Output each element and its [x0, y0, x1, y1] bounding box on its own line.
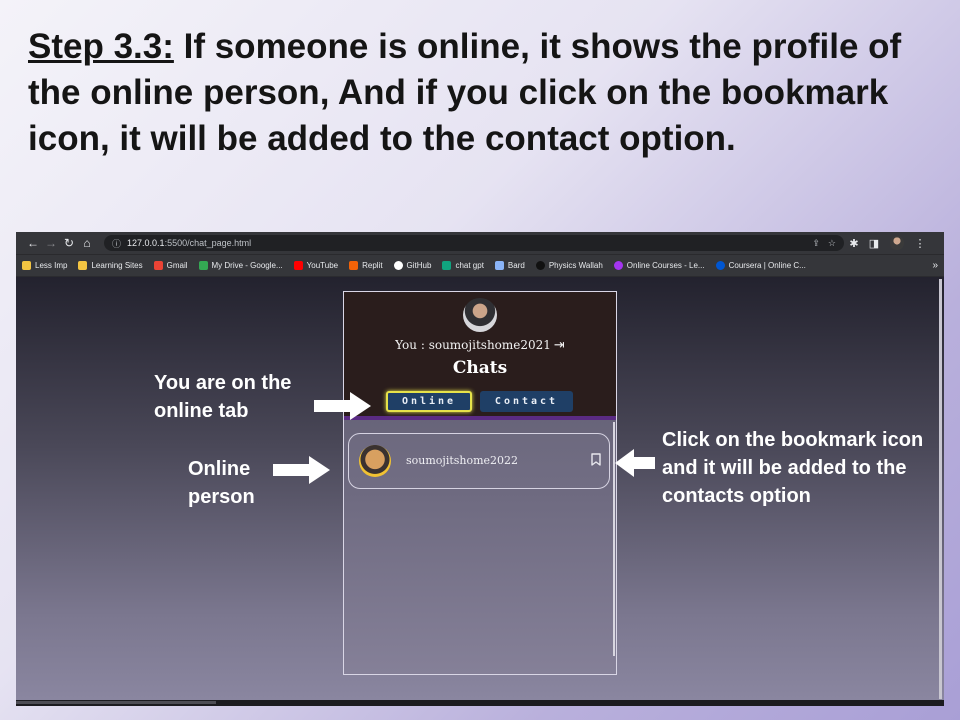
bookmark-item[interactable]: chat gpt — [442, 261, 484, 270]
github-icon — [393, 261, 403, 270]
folder-icon — [22, 261, 31, 270]
url-host: 127.0.0.1 — [127, 238, 165, 248]
bookmarks-bar: Less Imp Learning Sites Gmail My Drive - Go… — [16, 254, 944, 276]
annotation-bookmark: Click on the bookmark icon and it will b… — [662, 429, 924, 507]
youtube-icon — [293, 261, 303, 270]
current-username: soumojitshome2021 — [428, 338, 551, 352]
bookmark-label: Online Courses - Le... — [626, 261, 705, 270]
bookmark-label: chat gpt — [455, 261, 484, 270]
folder-icon — [78, 261, 88, 270]
replit-icon — [349, 261, 359, 270]
step-label: Step 3.3: — [28, 27, 174, 66]
address-bar-row: ← → ↻ ⌂ ⓘ 127.0.0.1:5500/chat_page.html … — [16, 232, 944, 254]
bookmark-item[interactable]: YouTube — [293, 261, 339, 270]
url-path: :5500/chat_page.html — [164, 238, 252, 248]
bookmark-item[interactable]: Gmail — [153, 261, 188, 270]
extensions-icon[interactable]: ✱ — [844, 237, 864, 250]
bookmark-label: Learning Sites — [91, 261, 143, 270]
current-user-line: You : soumojitshome2021 ⇥ — [344, 338, 616, 353]
pw-icon — [535, 261, 545, 270]
menu-kebab-icon[interactable]: ⋮ — [910, 237, 930, 250]
url-bar[interactable]: ⓘ 127.0.0.1:5500/chat_page.html ⇪ ☆ — [104, 235, 844, 251]
drive-icon — [198, 261, 208, 270]
bookmark-label: GitHub — [406, 261, 432, 270]
bookmark-label: Replit — [362, 261, 383, 270]
tab-online[interactable]: Online — [386, 391, 472, 412]
bookmark-item[interactable]: GitHub — [393, 261, 432, 270]
bookmark-label: My Drive - Google... — [211, 261, 283, 270]
online-user-name: soumojitshome2022 — [406, 454, 519, 467]
bookmark-item[interactable]: My Drive - Google... — [198, 261, 283, 270]
chatgpt-icon — [442, 261, 452, 270]
chats-title: Chats — [452, 358, 508, 378]
bard-icon — [494, 261, 504, 270]
arrow-left-icon — [615, 449, 655, 477]
reload-icon[interactable]: ↻ — [60, 236, 78, 250]
online-user-card[interactable]: soumojitshome2022 — [348, 433, 610, 489]
you-prefix: You : — [395, 338, 429, 352]
bookmark-item[interactable]: Replit — [349, 261, 383, 270]
bookmark-item[interactable]: Less Imp — [22, 261, 67, 270]
logout-icon[interactable]: ⇥ — [554, 338, 565, 353]
bookmark-label: Coursera | Online C... — [728, 261, 806, 270]
bookmark-item[interactable]: Bard — [494, 261, 525, 270]
bottom-scrollbar[interactable] — [16, 700, 944, 706]
bookmark-item[interactable]: Online Courses - Le... — [613, 261, 705, 270]
share-icon[interactable]: ⇪ — [812, 238, 820, 249]
coursera-icon — [715, 261, 725, 270]
bookmark-label: Less Imp — [35, 261, 68, 270]
tab-contact[interactable]: Contact — [480, 391, 573, 412]
arrow-right-icon — [314, 392, 371, 420]
page-scrollbar[interactable] — [939, 279, 942, 699]
bookmark-item[interactable]: Physics Wallah — [535, 261, 603, 270]
bookmark-label: YouTube — [306, 261, 339, 270]
bookmark-icon[interactable] — [591, 453, 601, 466]
bookmark-label: Physics Wallah — [548, 261, 603, 270]
bookmark-item[interactable]: Learning Sites — [78, 261, 143, 270]
site-info-icon[interactable]: ⓘ — [112, 237, 121, 250]
bookmark-label: Gmail — [166, 261, 188, 270]
star-icon[interactable]: ☆ — [828, 238, 836, 249]
bookmark-item[interactable]: Coursera | Online C... — [715, 261, 806, 270]
gmail-icon — [153, 261, 163, 270]
home-icon[interactable]: ⌂ — [78, 236, 96, 250]
annotation-online-tab: You are on the online tab — [154, 372, 292, 422]
slide-title: Step 3.3: If someone is online, it shows… — [28, 24, 938, 162]
arrow-right-icon — [273, 456, 330, 484]
bookmark-label: Bard — [507, 261, 525, 270]
online-user-avatar — [359, 445, 391, 477]
udemy-icon — [613, 261, 623, 270]
current-user-avatar — [463, 298, 497, 332]
chat-panel: You : soumojitshome2021 ⇥ Chats Online Co… — [343, 291, 617, 675]
side-panel-icon[interactable]: ◨ — [864, 237, 884, 250]
forward-icon[interactable]: → — [42, 236, 60, 250]
bookmarks-more-icon[interactable]: » — [932, 260, 938, 271]
browser-profile-avatar[interactable] — [890, 236, 904, 250]
chat-header: You : soumojitshome2021 ⇥ Chats Online Co… — [344, 292, 616, 420]
back-icon[interactable]: ← — [24, 236, 42, 250]
